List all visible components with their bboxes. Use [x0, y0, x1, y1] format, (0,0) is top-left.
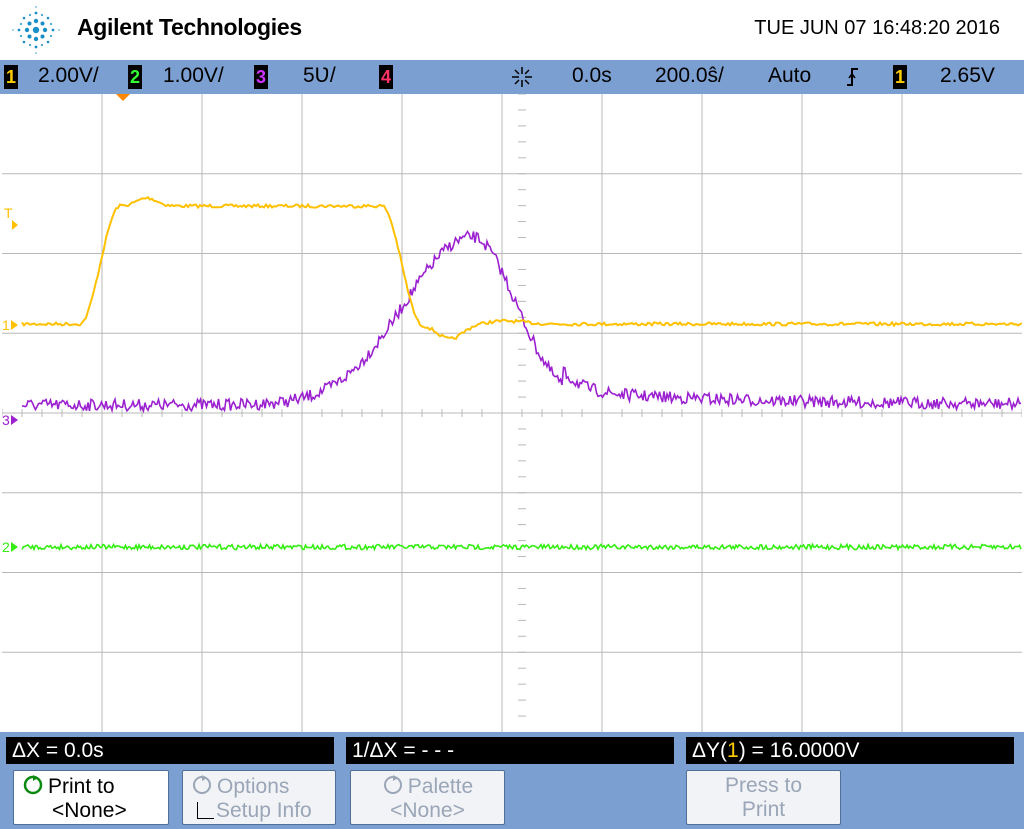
horizontal-delay: 0.0s: [572, 64, 612, 87]
header: Agilent Technologies TUE JUN 07 16:48:20…: [0, 0, 1024, 60]
svg-text:3: 3: [2, 412, 10, 428]
agilent-spark-logo-icon: [12, 6, 60, 54]
channel-3-scale: 5Ʋ/: [303, 64, 336, 87]
graticule-grid: [2, 94, 1022, 732]
trigger-level: 2.65V: [940, 64, 995, 87]
refresh-arrow-icon: [193, 775, 211, 794]
channel-2-scale: 1.00V/: [163, 64, 224, 87]
inverse-delta-x-readout: 1/ΔX = - - -: [346, 737, 674, 764]
palette-value: <None>: [390, 799, 465, 822]
checkbox-icon[interactable]: [197, 802, 214, 819]
channel-1-scale: 2.00V/: [38, 64, 99, 87]
trigger-level-marker: T: [4, 205, 18, 230]
svg-text:T: T: [4, 205, 13, 221]
palette-softkey[interactable]: Palette <None>: [350, 770, 505, 825]
channel-3-ground-marker: 3: [2, 412, 18, 428]
channel-1-ground-marker: 1: [2, 317, 18, 333]
channel-2-trace: [21, 542, 1022, 552]
svg-text:1: 1: [2, 317, 10, 333]
delta-y-source: 1: [727, 739, 739, 762]
timebase-scale: 200.0ŝ/: [655, 64, 724, 87]
delta-y-readout: ΔY(1) = 16.0000V: [686, 737, 1014, 764]
trigger-position-icon: [512, 67, 532, 87]
channel-2-badge[interactable]: 2: [128, 65, 142, 89]
waveform-display[interactable]: T 1 3 2: [1, 93, 1023, 732]
press-to-print-softkey[interactable]: Press to Print: [686, 770, 841, 825]
print-to-softkey[interactable]: Print to <None>: [13, 770, 169, 825]
refresh-arrow-icon: [23, 775, 43, 795]
softkey-panel: ΔX = 0.0s 1/ΔX = - - - ΔY(1) = 16.0000V …: [0, 732, 1024, 829]
channel-2-ground-marker: 2: [2, 539, 18, 555]
brand-name: Agilent Technologies: [77, 14, 302, 40]
trigger-position-marker: [116, 94, 130, 101]
delta-x-readout: ΔX = 0.0s: [6, 737, 334, 764]
setup-info-label: Setup Info: [216, 799, 312, 822]
svg-text:2: 2: [2, 539, 10, 555]
status-bar: 1 2.00V/ 2 1.00V/ 3 5Ʋ/ 4 0.0s 200.0ŝ/ A…: [0, 60, 1024, 94]
channel-3-badge[interactable]: 3: [254, 65, 268, 89]
refresh-arrow-icon: [383, 775, 402, 794]
print-to-value: <None>: [52, 799, 127, 822]
date-time: TUE JUN 07 16:48:20 2016: [754, 17, 1000, 39]
options-softkey[interactable]: Options Setup Info: [182, 770, 336, 825]
rising-edge-icon: [847, 68, 858, 86]
channel-1-badge[interactable]: 1: [4, 65, 18, 89]
trigger-source-badge[interactable]: 1: [893, 65, 907, 89]
graticule: T 1 3 2: [1, 93, 1023, 732]
trigger-mode: Auto: [768, 64, 812, 87]
channel-4-badge[interactable]: 4: [379, 65, 393, 89]
